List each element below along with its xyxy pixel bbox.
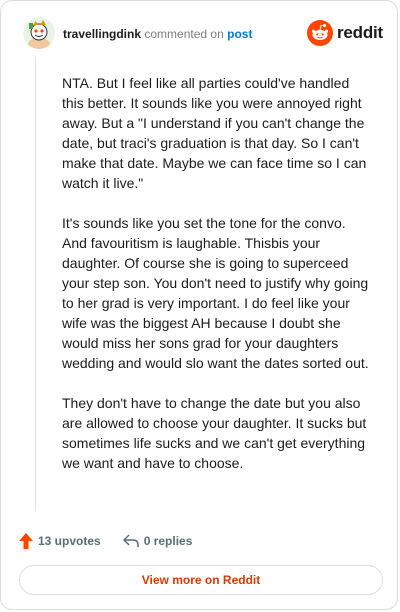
post-link[interactable]: post <box>227 27 252 41</box>
comment-paragraph: NTA. But I feel like all parties could'v… <box>62 75 367 191</box>
thread-line[interactable] <box>35 57 36 511</box>
upvote-arrow-icon <box>19 533 33 549</box>
embedded-comment-card: travellingdink commented on post reddit … <box>0 0 398 610</box>
view-more-button[interactable]: View more on Reddit <box>19 565 383 595</box>
brand-wordmark: reddit <box>336 23 383 42</box>
comment-body: NTA. But I feel like all parties could'v… <box>62 73 372 493</box>
comment-actions: 13 upvotes 0 replies <box>19 529 192 553</box>
action-text: commented on <box>144 27 224 41</box>
reddit-logo[interactable]: reddit <box>306 19 383 47</box>
reddit-alien-icon <box>306 20 333 46</box>
comment-paragraph: They don't have to change the date but y… <box>62 395 367 471</box>
snoo-avatar-icon[interactable] <box>23 17 55 49</box>
username-link[interactable]: travellingdink <box>63 27 141 41</box>
reply-arrow-icon <box>122 534 139 547</box>
upvote-button[interactable]: 13 upvotes <box>19 533 101 549</box>
comment-meta: travellingdink commented on post <box>63 27 252 41</box>
comment-paragraph: It's sounds like you set the tone for th… <box>62 215 369 371</box>
comment-header: travellingdink commented on post reddit <box>17 15 385 55</box>
reply-button[interactable]: 0 replies <box>122 534 193 548</box>
reply-count: 0 replies <box>143 534 193 548</box>
upvote-count: 13 upvotes <box>38 534 101 548</box>
